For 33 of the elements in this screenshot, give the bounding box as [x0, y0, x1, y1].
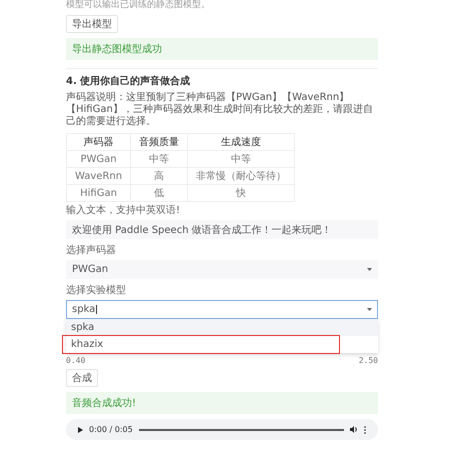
caret-icon	[367, 308, 372, 311]
section-title: 4. 使用你自己的声音做合成	[66, 74, 192, 88]
table-cell: WaveRnn	[66, 168, 131, 184]
table-cell: 低	[130, 184, 188, 202]
field-label: 选择声码器	[66, 244, 117, 257]
table-cell: PWGan	[66, 150, 131, 168]
export-button[interactable]: 导出模型	[66, 15, 118, 33]
column-header: 音频质量	[130, 134, 188, 150]
volume-icon[interactable]	[350, 426, 358, 433]
field-label: 选择实验模型	[66, 284, 127, 297]
column-header: 生成速度	[188, 134, 295, 150]
dropdown-option[interactable]: khazix	[66, 336, 378, 353]
table-cell: 中等	[130, 150, 188, 168]
play-icon[interactable]	[78, 426, 83, 432]
table-cell: 中等	[188, 150, 295, 168]
slider-max-label: 2.50	[358, 356, 378, 365]
success-alert: 音频合成成功!	[66, 392, 378, 414]
model-select[interactable]: spka	[66, 300, 378, 319]
table-cell: 快	[188, 184, 295, 202]
caret-icon	[367, 268, 372, 271]
table-cell: 高	[130, 168, 188, 184]
field-label: 输入文本，支持中英双语!	[66, 204, 182, 217]
synthesize-button[interactable]: 合成	[66, 369, 98, 387]
vocoder-select[interactable]: PWGan	[66, 260, 378, 279]
column-header: 声码器	[66, 134, 131, 150]
audio-time: 0:00 / 0:05	[89, 425, 133, 434]
dropdown-option[interactable]: spka	[66, 319, 378, 336]
slider-min-label: 0.40	[66, 356, 86, 365]
text-input-field[interactable]: 欢迎使用 Paddle Speech 做语音合成工作！一起来玩吧！	[66, 220, 378, 239]
success-alert: 导出静态图模型成功	[66, 38, 378, 60]
table-cell: HifiGan	[66, 184, 131, 202]
table-cell: 非常慢（耐心等待）	[188, 168, 295, 184]
description-text: 声码器说明：这里预制了三种声码器【PWGan】【WaveRnn】【HifiGan】，三种声码器效果和生成时间有比较大的差距，请跟进自己的需要进行选择。	[66, 92, 374, 128]
